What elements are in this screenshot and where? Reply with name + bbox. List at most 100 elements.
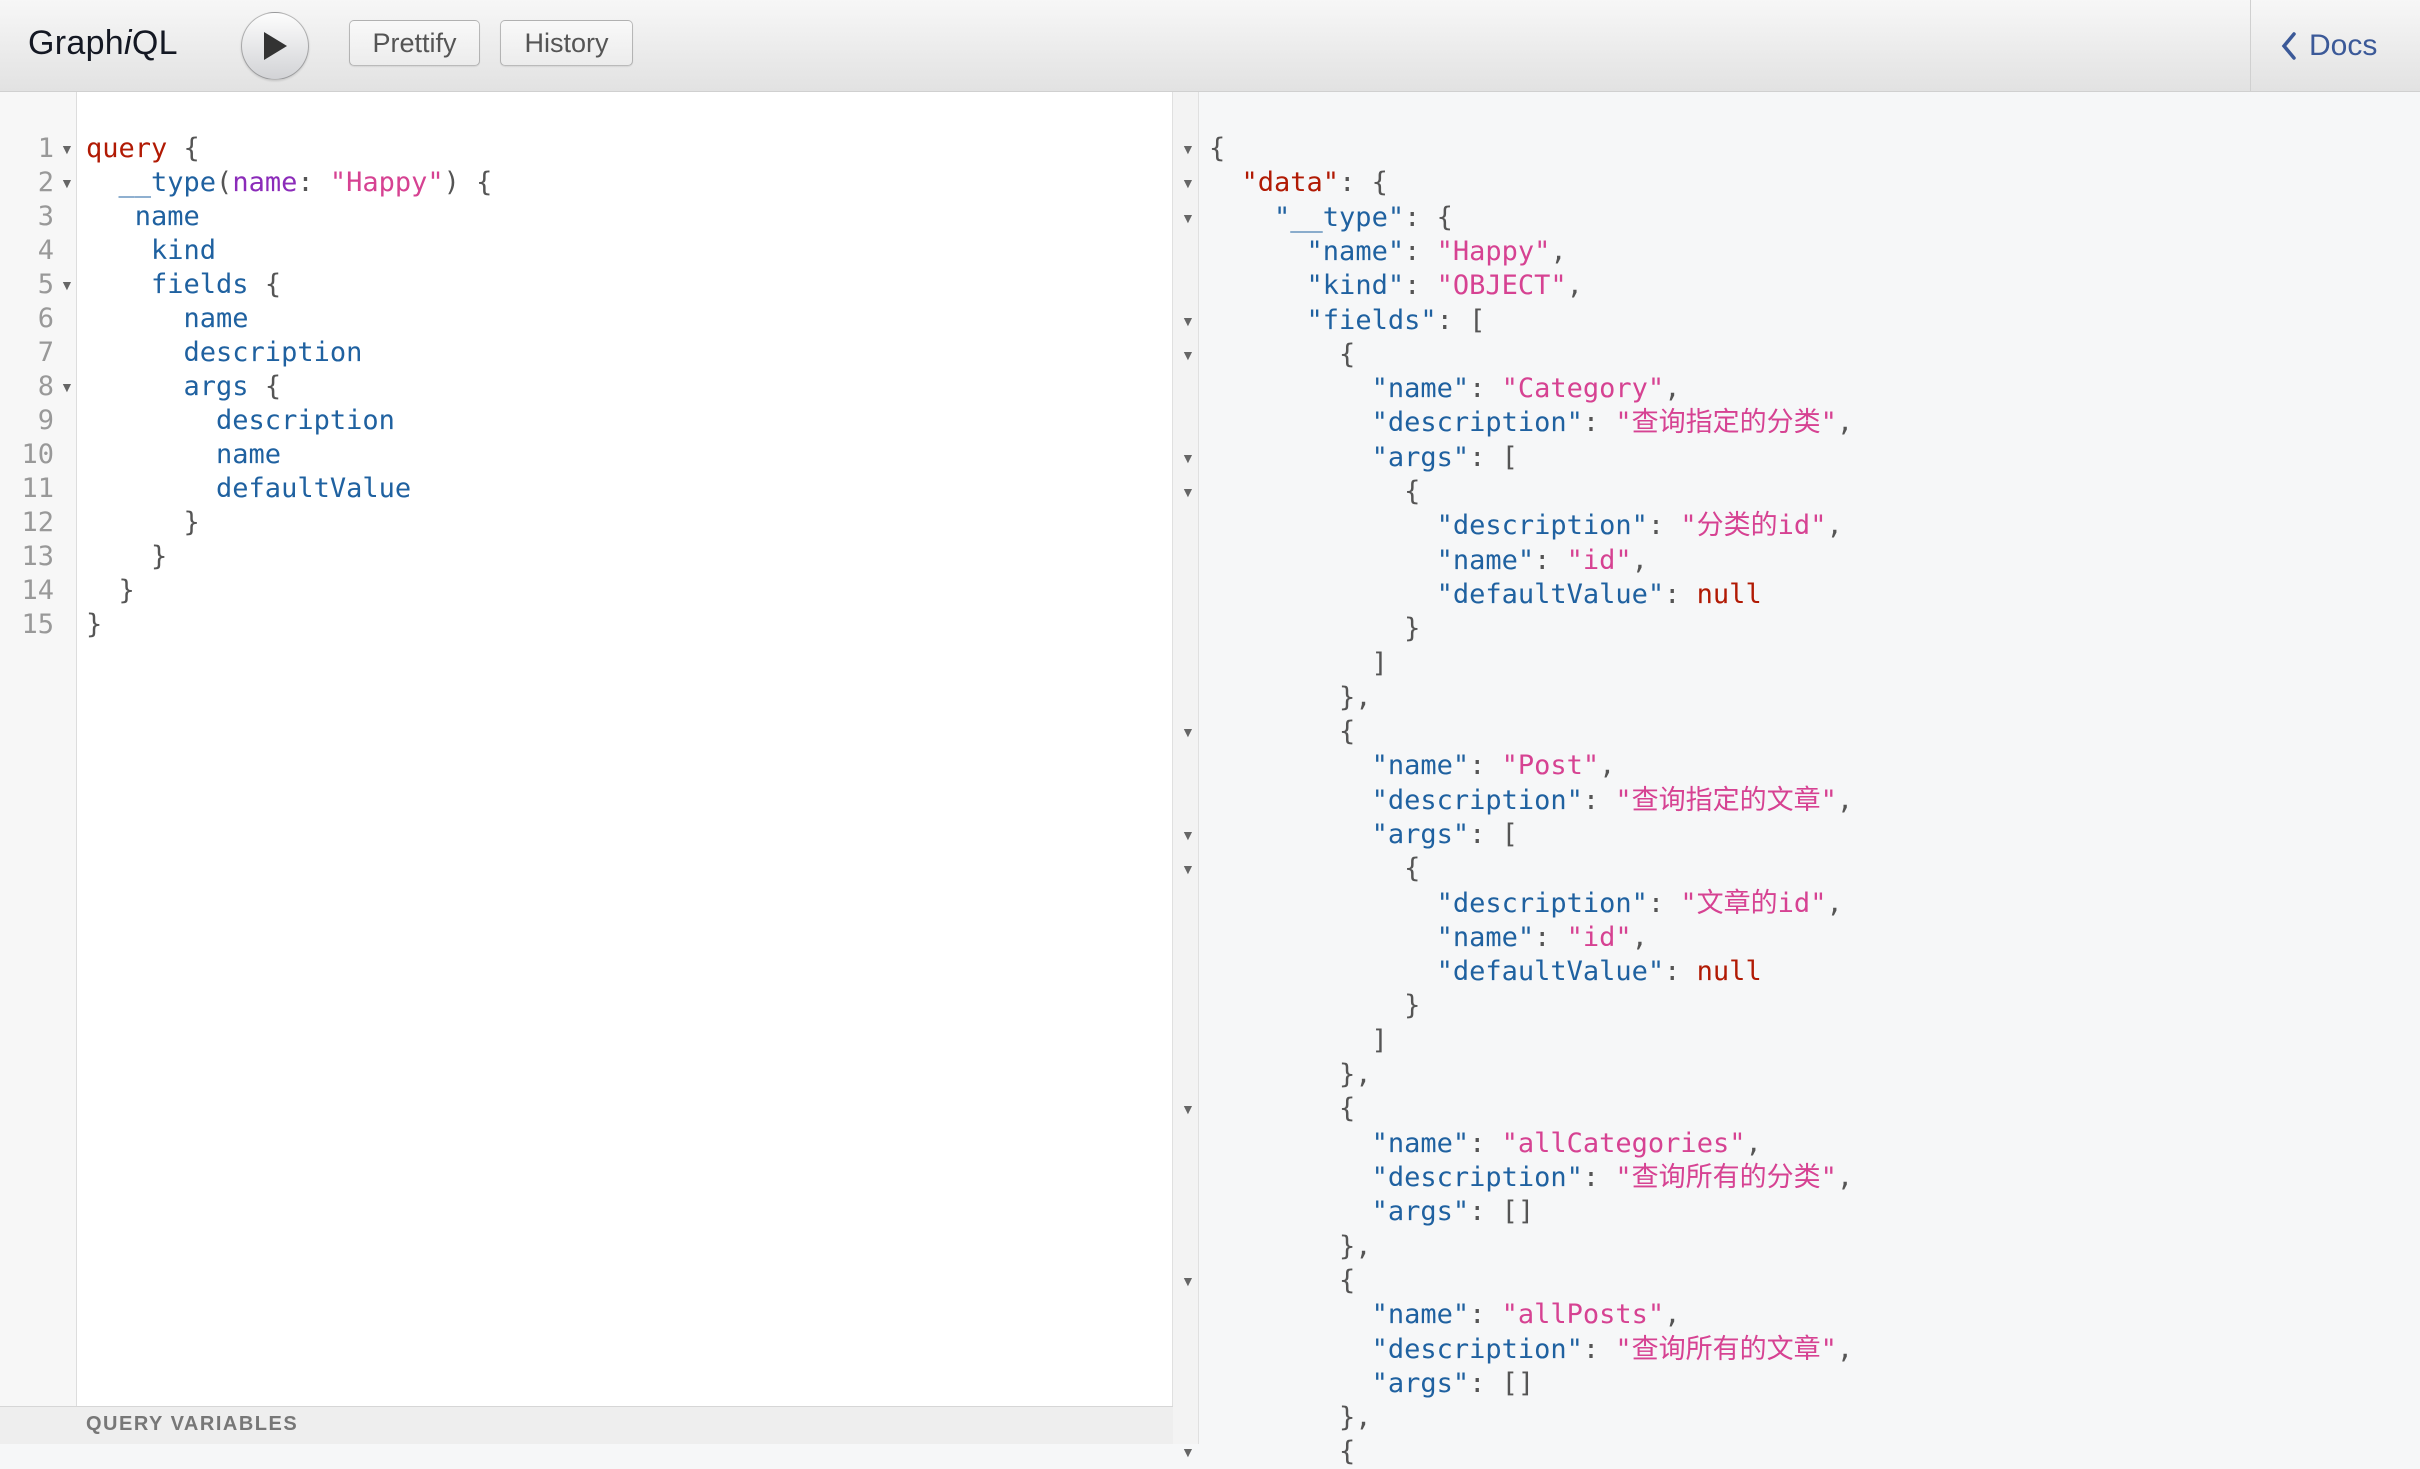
result-line: { — [1209, 1264, 1355, 1298]
docs-label: Docs — [2309, 29, 2378, 62]
code-line[interactable]: name — [86, 302, 249, 336]
fold-arrow-icon[interactable]: ▼ — [1181, 338, 1195, 372]
code-line[interactable]: args { — [86, 370, 282, 404]
run-button[interactable] — [241, 12, 309, 80]
json-token: "allPosts" — [1501, 1299, 1665, 1330]
json-token: "defaultValue" — [1436, 579, 1665, 610]
result-line: "name": "allPosts", — [1209, 1298, 1681, 1332]
code-token: { — [167, 133, 200, 164]
code-line[interactable]: query { — [86, 132, 200, 166]
code-line[interactable]: name — [86, 438, 281, 472]
query-editor[interactable]: 1 ▼ 2 ▼ 3 4 5 ▼ 6 7 8 ▼ 9 10 11 12 13 14 15 query { __type… — [0, 92, 1173, 1444]
fold-arrow-icon[interactable]: ▼ — [1181, 441, 1195, 475]
code-token: name — [86, 439, 282, 470]
json-token: "__type" — [1274, 202, 1405, 233]
query-variables-label: QUERY VARIABLES — [86, 1413, 299, 1435]
json-token: : [ — [1469, 819, 1518, 850]
json-token: "description" — [1436, 510, 1648, 541]
result-line: "args": [ — [1209, 441, 1518, 475]
fold-arrow-icon[interactable]: ▼ — [60, 268, 74, 302]
json-token: "id" — [1566, 922, 1632, 953]
prettify-button[interactable]: Prettify — [349, 20, 480, 66]
code-line[interactable]: } — [86, 608, 102, 642]
fold-arrow-icon[interactable]: ▼ — [1181, 166, 1195, 200]
fold-arrow-icon[interactable]: ▼ — [1181, 132, 1195, 166]
json-token: : — [1664, 579, 1697, 610]
json-token: "kind" — [1306, 270, 1405, 301]
result-line: "description": "查询指定的文章", — [1209, 784, 1854, 818]
code-line[interactable]: } — [86, 540, 167, 574]
fold-arrow-icon[interactable]: ▼ — [1181, 475, 1195, 509]
json-token: "查询所有的分类" — [1615, 1162, 1837, 1193]
app-logo: GraphiQL — [28, 24, 178, 62]
fold-arrow-icon[interactable]: ▼ — [60, 370, 74, 404]
json-token: "args" — [1371, 1368, 1470, 1399]
code-line[interactable]: description — [86, 404, 395, 438]
result-line: ] — [1209, 1024, 1388, 1058]
json-token: , — [1550, 236, 1567, 267]
result-line: "__type": { — [1209, 201, 1453, 235]
code-line[interactable]: __type(name: "Happy") { — [86, 166, 493, 200]
json-token: "fields" — [1306, 305, 1437, 336]
json-token: "name" — [1371, 750, 1470, 781]
history-button[interactable]: History — [500, 20, 633, 66]
line-number: 14 — [21, 575, 54, 606]
json-token: "name" — [1436, 545, 1535, 576]
result-line: "name": "Happy", — [1209, 235, 1567, 269]
json-token: : — [1647, 888, 1681, 919]
code-line[interactable]: } — [86, 506, 200, 540]
line-number: 12 — [21, 507, 54, 538]
result-line: "kind": "OBJECT", — [1209, 269, 1583, 303]
json-token: "name" — [1436, 922, 1535, 953]
result-line: "description": "文章的id", — [1209, 887, 1843, 921]
json-token: { — [1209, 1265, 1356, 1296]
json-token: : — [1469, 373, 1502, 404]
fold-arrow-icon[interactable]: ▼ — [1181, 818, 1195, 852]
result-line: "args": [] — [1209, 1195, 1535, 1229]
play-icon — [264, 32, 287, 60]
result-line: "description": "分类的id", — [1209, 509, 1843, 543]
result-line: { — [1209, 1435, 1355, 1469]
result-line: } — [1209, 989, 1420, 1023]
code-line[interactable]: defaultValue — [86, 472, 411, 506]
line-number: 15 — [21, 609, 54, 640]
json-token: : — [1582, 1334, 1616, 1365]
json-token: "args" — [1371, 819, 1470, 850]
query-variables-bar[interactable]: QUERY VARIABLES — [0, 1406, 1173, 1444]
fold-arrow-icon[interactable]: ▼ — [1181, 201, 1195, 235]
json-token: "文章的id" — [1680, 888, 1827, 919]
json-token: : — [1534, 922, 1567, 953]
code-line[interactable]: } — [86, 574, 135, 608]
code-line[interactable]: description — [86, 336, 363, 370]
fold-arrow-icon[interactable]: ▼ — [1181, 715, 1195, 749]
json-token: "Happy" — [1436, 236, 1551, 267]
json-token: "id" — [1566, 545, 1632, 576]
code-line[interactable]: fields { — [86, 268, 281, 302]
fold-arrow-icon[interactable]: ▼ — [1181, 304, 1195, 338]
json-token: : — [1404, 236, 1437, 267]
json-token: , — [1745, 1128, 1762, 1159]
fold-arrow-icon[interactable]: ▼ — [1181, 852, 1195, 886]
code-token: name — [86, 201, 200, 232]
json-token: { — [1209, 476, 1421, 507]
json-token: : — [1469, 750, 1502, 781]
fold-arrow-icon[interactable]: ▼ — [1181, 1092, 1195, 1126]
code-line[interactable]: kind — [86, 234, 216, 268]
fold-arrow-icon[interactable]: ▼ — [60, 132, 74, 166]
fold-arrow-icon[interactable]: ▼ — [1181, 1435, 1195, 1469]
docs-button[interactable]: Docs — [2250, 0, 2420, 92]
code-token: args — [86, 371, 249, 402]
json-token: : [ — [1436, 305, 1486, 336]
json-token: "description" — [1371, 785, 1583, 816]
json-token: , — [1566, 270, 1583, 301]
code-token: kind — [86, 235, 217, 266]
code-line[interactable]: name — [86, 200, 200, 234]
code-token: } — [86, 507, 200, 538]
json-token: "分类的id" — [1680, 510, 1827, 541]
fold-arrow-icon[interactable]: ▼ — [60, 166, 74, 200]
fold-arrow-icon[interactable]: ▼ — [1181, 1264, 1195, 1298]
